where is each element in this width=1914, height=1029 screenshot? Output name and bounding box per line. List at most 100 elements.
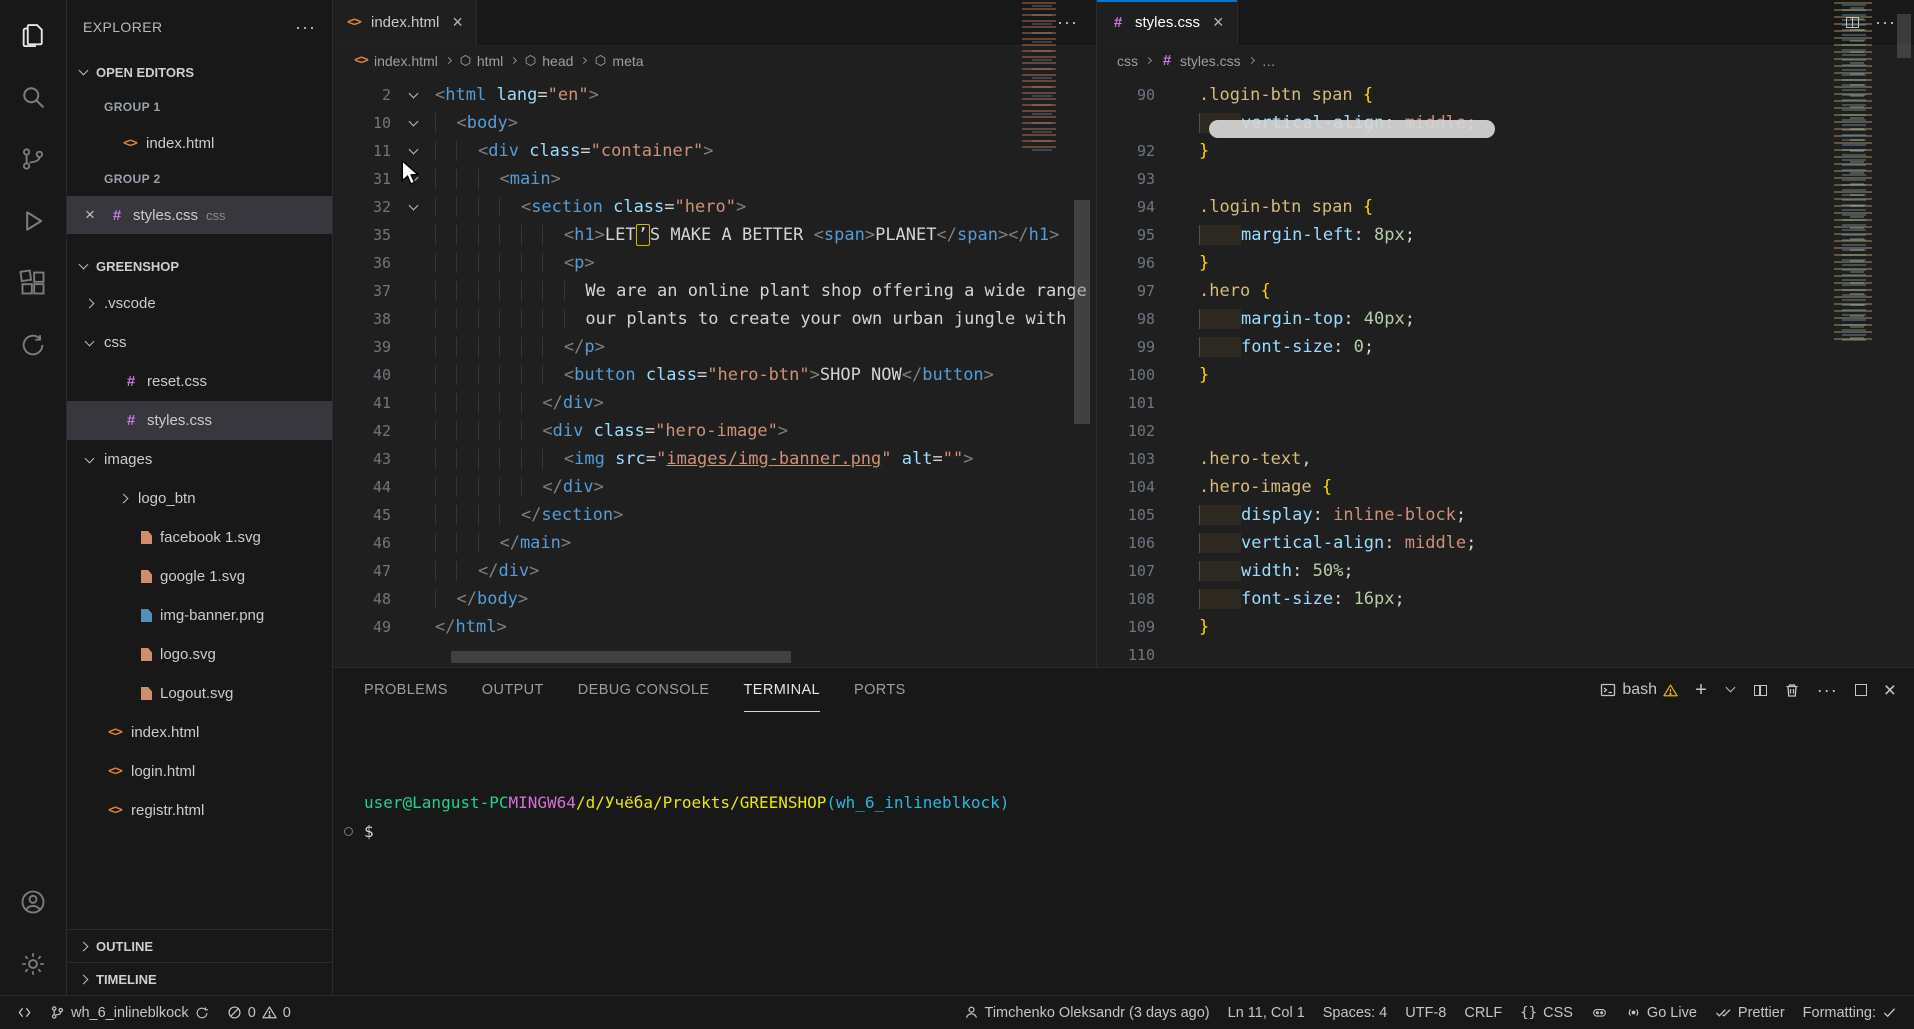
code-line-44[interactable]: 44 </div>	[333, 473, 1096, 501]
vertical-scrollbar[interactable]	[1897, 14, 1911, 58]
code-line-40[interactable]: 40 <button class="hero-btn">SHOP NOW</bu…	[333, 361, 1096, 389]
terminal-dropdown-icon[interactable]	[1725, 682, 1735, 692]
breadcrumb-item-head[interactable]: head	[524, 53, 573, 69]
tree-item-.vscode[interactable]: .vscode	[67, 284, 332, 323]
code-line-92[interactable]: 92}	[1097, 137, 1914, 165]
code-line-x[interactable]: vertical-align: middle;	[1097, 109, 1914, 137]
code-line-108[interactable]: 108 font-size: 16px;	[1097, 585, 1914, 613]
code-line-11[interactable]: 11 <div class="container">	[333, 137, 1096, 165]
run-debug-icon[interactable]	[0, 190, 67, 252]
tree-item-logo.svg[interactable]: logo.svg	[67, 635, 332, 674]
problems-status[interactable]: 0 0	[218, 996, 300, 1029]
code-line-98[interactable]: 98 margin-top: 40px;	[1097, 305, 1914, 333]
breadcrumb-item-styles.css[interactable]: #styles.css	[1159, 52, 1241, 69]
code-line-109[interactable]: 109}	[1097, 613, 1914, 641]
code-line-45[interactable]: 45 </section>	[333, 501, 1096, 529]
open-editors-header[interactable]: OPEN EDITORS	[67, 54, 332, 90]
minimap[interactable]	[1020, 2, 1070, 152]
tree-item-logo_btn[interactable]: logo_btn	[67, 479, 332, 518]
code-line-103[interactable]: 103.hero-text,	[1097, 445, 1914, 473]
tree-item-images[interactable]: images	[67, 440, 332, 479]
fold-icon[interactable]	[391, 137, 435, 165]
code-line-101[interactable]: 101	[1097, 389, 1914, 417]
code-line-110[interactable]: 110	[1097, 641, 1914, 667]
code-line-36[interactable]: 36 <p>	[333, 249, 1096, 277]
code-line-35[interactable]: 35 <h1>LET’S MAKE A BETTER <span>PLANET<…	[333, 221, 1096, 249]
code-line-42[interactable]: 42 <div class="hero-image">	[333, 417, 1096, 445]
workspace-header[interactable]: GREENSHOP	[67, 248, 332, 284]
code-line-48[interactable]: 48 </body>	[333, 585, 1096, 613]
tree-item-styles.css[interactable]: #styles.css	[67, 401, 332, 440]
code-line-31[interactable]: 31 <main>	[333, 165, 1096, 193]
source-control-icon[interactable]	[0, 128, 67, 190]
code-line-41[interactable]: 41 </div>	[333, 389, 1096, 417]
sidebar-more-actions-icon[interactable]: ···	[295, 17, 316, 38]
fold-icon[interactable]	[391, 165, 435, 193]
remote-window-button[interactable]	[8, 996, 41, 1029]
tree-item-registr.html[interactable]: <>registr.html	[67, 791, 332, 830]
language-mode-status[interactable]: {} CSS	[1511, 996, 1582, 1029]
tab-index-html[interactable]: <> index.html ×	[333, 0, 477, 45]
panel-tab-debug-console[interactable]: DEBUG CONSOLE	[578, 668, 710, 712]
code-line-47[interactable]: 47 </div>	[333, 557, 1096, 585]
breadcrumb-item-meta[interactable]: meta	[594, 53, 643, 69]
close-editor-icon[interactable]: ×	[79, 205, 101, 225]
tree-item-login.html[interactable]: <>login.html	[67, 752, 332, 791]
panel-tab-problems[interactable]: PROBLEMS	[364, 668, 448, 712]
maximize-panel-icon[interactable]	[1855, 684, 1867, 696]
timeline-section[interactable]: TIMELINE	[67, 962, 332, 995]
code-line-97[interactable]: 97.hero {	[1097, 277, 1914, 305]
code-line-49[interactable]: 49</html>	[333, 613, 1096, 641]
encoding-status[interactable]: UTF-8	[1396, 996, 1455, 1029]
command-decoration-icon[interactable]	[344, 827, 353, 836]
code-line-107[interactable]: 107 width: 50%;	[1097, 557, 1914, 585]
tab-styles-css[interactable]: # styles.css ×	[1097, 0, 1238, 45]
kill-terminal-icon[interactable]	[1784, 682, 1800, 698]
code-line-38[interactable]: 38 our plants to create your own urban j…	[333, 305, 1096, 333]
code-line-46[interactable]: 46 </main>	[333, 529, 1096, 557]
code-line-105[interactable]: 105 display: inline-block;	[1097, 501, 1914, 529]
accounts-icon[interactable]	[0, 871, 67, 933]
open-editor-index.html[interactable]: <>index.html	[67, 124, 332, 162]
tree-item-img-banner.png[interactable]: img-banner.png	[67, 596, 332, 635]
panel-more-actions-icon[interactable]: ···	[1817, 680, 1838, 701]
split-terminal-icon[interactable]	[1754, 685, 1767, 696]
code-line-102[interactable]: 102	[1097, 417, 1914, 445]
fold-icon[interactable]	[391, 81, 435, 109]
code-line-90[interactable]: 90.login-btn span {	[1097, 81, 1914, 109]
breadcrumb-item-index.html[interactable]: <>index.html	[353, 53, 438, 69]
code-line-93[interactable]: 93	[1097, 165, 1914, 193]
open-editor-styles.css[interactable]: ×#styles.csscss	[67, 196, 332, 234]
search-icon[interactable]	[0, 66, 67, 128]
breadcrumb-item-…[interactable]: …	[1262, 53, 1276, 69]
code-line-37[interactable]: 37 We are an online plant shop offering …	[333, 277, 1096, 305]
code-line-106[interactable]: 106 vertical-align: middle;	[1097, 529, 1914, 557]
minimap[interactable]	[1834, 2, 1888, 342]
git-blame-status[interactable]: Timchenko Oleksandr (3 days ago)	[955, 996, 1219, 1029]
code-line-39[interactable]: 39 </p>	[333, 333, 1096, 361]
tree-item-facebook 1.svg[interactable]: facebook 1.svg	[67, 518, 332, 557]
code-line-95[interactable]: 95 margin-left: 8px;	[1097, 221, 1914, 249]
formatting-status[interactable]: Formatting:	[1794, 996, 1906, 1029]
close-tab-icon[interactable]: ×	[452, 12, 463, 33]
close-panel-icon[interactable]: ×	[1884, 680, 1896, 701]
outline-section[interactable]: OUTLINE	[67, 929, 332, 962]
prettier-status[interactable]: Prettier	[1706, 996, 1794, 1029]
code-line-96[interactable]: 96}	[1097, 249, 1914, 277]
code-line-2[interactable]: 2<html lang="en">	[333, 81, 1096, 109]
code-line-99[interactable]: 99 font-size: 0;	[1097, 333, 1914, 361]
explorer-icon[interactable]	[0, 4, 67, 66]
code-line-100[interactable]: 100}	[1097, 361, 1914, 389]
code-line-43[interactable]: 43 <img src="images/img-banner.png" alt=…	[333, 445, 1096, 473]
terminal[interactable]: user@Langust-PC MINGW64 /d/Учёба/Proekts…	[333, 712, 1914, 995]
close-tab-icon[interactable]: ×	[1213, 12, 1224, 33]
vertical-scrollbar[interactable]	[1074, 200, 1090, 424]
tree-item-index.html[interactable]: <>index.html	[67, 713, 332, 752]
new-terminal-icon[interactable]: +	[1695, 680, 1707, 700]
horizontal-scrollbar[interactable]	[451, 651, 791, 663]
code-line-10[interactable]: 10 <body>	[333, 109, 1096, 137]
fold-icon[interactable]	[391, 193, 435, 221]
extension-view-icon[interactable]	[0, 314, 67, 376]
panel-tab-ports[interactable]: PORTS	[854, 668, 906, 712]
copilot-status[interactable]	[1582, 996, 1617, 1029]
